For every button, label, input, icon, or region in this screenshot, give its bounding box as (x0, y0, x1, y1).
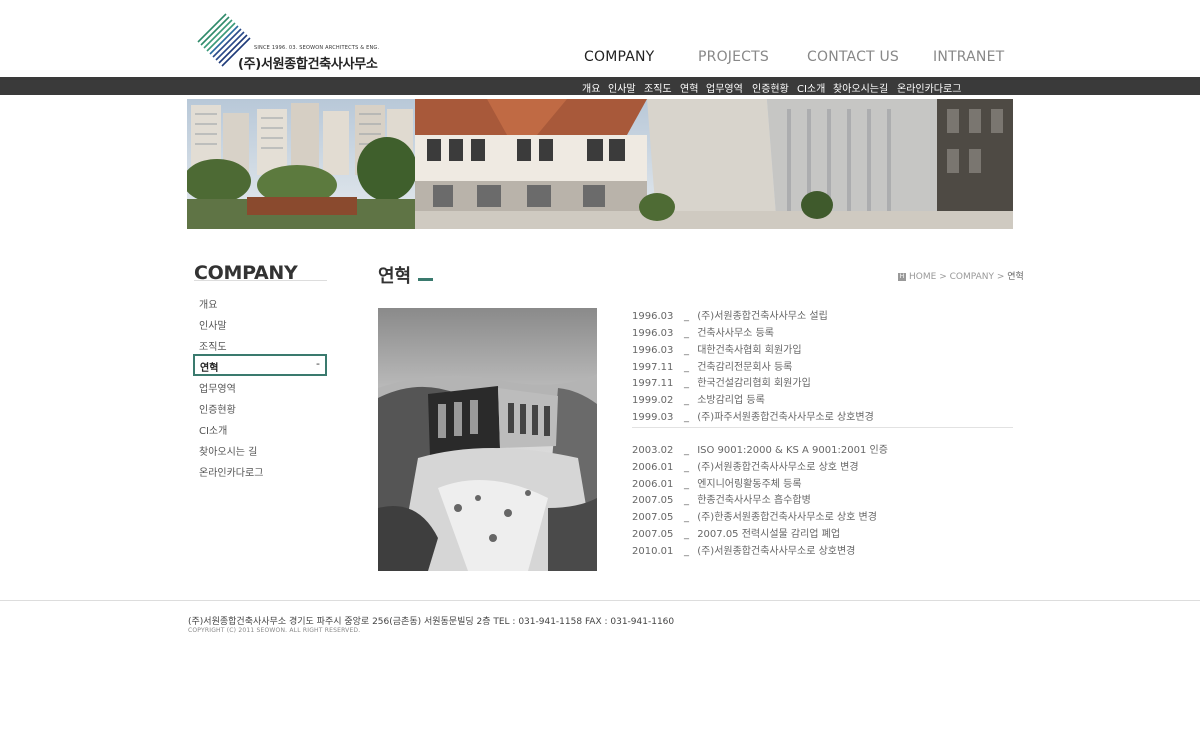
subnav-directions[interactable]: 찾아오시는길 (833, 80, 888, 95)
history-text: 건축사사무소 등록 (697, 328, 774, 339)
history-dash: _ (684, 328, 689, 339)
history-row: 1999.02 _ 소방감리업 등록 (632, 391, 765, 406)
subnav-organization[interactable]: 조직도 (644, 80, 672, 95)
building-rendering-image (378, 308, 597, 571)
sidebar-item-directions[interactable]: 찾아오시는 길 (199, 443, 257, 458)
history-row: 2010.01 _ (주)서원종합건축사사무소로 상호변경 (632, 542, 855, 557)
sidebar-item-certification[interactable]: 인증현황 (199, 401, 236, 416)
history-text: (주)한종서원종합건축사사무소로 상호 변경 (697, 512, 877, 523)
subnav-greeting[interactable]: 인사말 (608, 80, 636, 95)
history-row: 2006.01 _ (주)서원종합건축사사무소로 상호 변경 (632, 458, 859, 473)
history-text: (주)파주서원종합건축사사무소로 상호변경 (697, 412, 874, 423)
sidebar-item-greeting[interactable]: 인사말 (199, 317, 227, 332)
subnav-overview[interactable]: 개요 (582, 80, 600, 95)
sidebar-item-overview[interactable]: 개요 (199, 296, 217, 311)
history-row: 2007.05 _ (주)한종서원종합건축사사무소로 상호 변경 (632, 508, 877, 523)
history-dash: _ (684, 512, 689, 523)
history-row: 2007.05 _ 한종건축사사무소 흡수합병 (632, 491, 811, 506)
breadcrumb-separator: > (939, 272, 947, 282)
history-row: 2007.05 _ 2007.05 전력시설물 감리업 폐업 (632, 525, 840, 540)
history-dash: _ (684, 479, 689, 490)
company-logo[interactable]: SINCE 1996. 03. SEOWON ARCHITECTS & ENG.… (196, 12, 396, 72)
history-date: 2003.02 (632, 445, 674, 456)
sidebar-item-organization[interactable]: 조직도 (199, 338, 227, 353)
history-text: ISO 9001:2000 & KS A 9001:2001 인증 (697, 445, 888, 456)
history-divider (632, 427, 1013, 428)
title-accent-bar (418, 278, 433, 281)
history-dash: _ (684, 495, 689, 506)
history-date: 2006.01 (632, 479, 674, 490)
history-date: 2006.01 (632, 462, 674, 473)
history-dash: _ (684, 412, 689, 423)
history-row: 2006.01 _ 엔지니어링활동주체 등록 (632, 475, 802, 490)
subnav-business[interactable]: 업무영역 (706, 80, 743, 95)
history-dash: _ (684, 362, 689, 373)
history-date: 1996.03 (632, 311, 674, 322)
footer-divider (0, 600, 1200, 601)
minus-icon: - (316, 357, 320, 370)
main-nav-contact-us[interactable]: CONTACT US (807, 49, 899, 65)
breadcrumb: H HOME > COMPANY > 연혁 (898, 269, 1024, 282)
logo-company-name: (주)서원종합건축사사무소 (238, 57, 378, 72)
history-row: 1996.03 _ (주)서원종합건축사사무소 설립 (632, 307, 828, 322)
history-dash: _ (684, 462, 689, 473)
history-date: 2007.05 (632, 512, 674, 523)
page-title: 연혁 (378, 266, 412, 287)
history-date: 1997.11 (632, 378, 674, 389)
history-row: 1999.03 _ (주)파주서원종합건축사사무소로 상호변경 (632, 408, 874, 423)
main-nav-projects[interactable]: PROJECTS (698, 49, 769, 65)
history-dash: _ (684, 445, 689, 456)
home-icon: H (898, 272, 906, 281)
history-dash: _ (684, 395, 689, 406)
history-text: 한국건설감리협회 회원가입 (697, 378, 811, 389)
history-row: 2003.02 _ ISO 9001:2000 & KS A 9001:2001 … (632, 441, 888, 456)
history-text: 엔지니어링활동주체 등록 (697, 479, 802, 490)
header-banner-image (187, 99, 1013, 229)
history-row: 1997.11 _ 건축감리전문회사 등록 (632, 358, 792, 373)
history-date: 1996.03 (632, 328, 674, 339)
history-dash: _ (684, 546, 689, 557)
history-row: 1996.03 _ 건축사사무소 등록 (632, 324, 774, 339)
history-text: 건축감리전문회사 등록 (697, 362, 793, 373)
history-dash: _ (684, 529, 689, 540)
history-text: (주)서원종합건축사사무소 설립 (697, 311, 828, 322)
history-text: 2007.05 전력시설물 감리업 폐업 (697, 529, 841, 540)
logo-since-text: SINCE 1996. 03. SEOWON ARCHITECTS & ENG. (254, 45, 380, 51)
breadcrumb-separator: > (996, 272, 1005, 282)
history-dash: _ (684, 345, 689, 356)
subnav-catalog[interactable]: 온라인카다로그 (897, 80, 961, 95)
sidebar-item-label: 연혁 (200, 363, 219, 374)
main-nav-company[interactable]: COMPANY (584, 49, 654, 65)
history-date: 1996.03 (632, 345, 674, 356)
history-text: 한종건축사사무소 흡수합병 (697, 495, 811, 506)
history-date: 2007.05 (632, 529, 674, 540)
breadcrumb-home[interactable]: HOME (909, 272, 936, 282)
footer-copyright: COPYRIGHT (C) 2011 SEOWON. ALL RIGHT RES… (188, 627, 361, 634)
subnav-certification[interactable]: 인증현황 (752, 80, 789, 95)
subnav-history[interactable]: 연혁 (680, 80, 698, 95)
history-dash: _ (684, 311, 689, 322)
history-row: 1997.11 _ 한국건설감리협회 회원가입 (632, 374, 811, 389)
breadcrumb-current: 연혁 (1007, 272, 1024, 282)
history-dash: _ (684, 378, 689, 389)
footer-address: (주)서원종합건축사사무소 경기도 파주시 중앙로 256(금촌동) 서원동문빌… (188, 617, 675, 627)
history-row: 1996.03 _ 대한건축사협회 회원가입 (632, 341, 802, 356)
history-text: (주)서원종합건축사사무소로 상호 변경 (697, 462, 859, 473)
main-nav-intranet[interactable]: INTRANET (933, 49, 1004, 65)
history-date: 2010.01 (632, 546, 674, 557)
history-date: 1997.11 (632, 362, 674, 373)
history-date: 2007.05 (632, 495, 674, 506)
history-text: (주)서원종합건축사사무소로 상호변경 (697, 546, 856, 557)
sidebar-item-business[interactable]: 업무영역 (199, 380, 236, 395)
breadcrumb-section[interactable]: COMPANY (950, 272, 994, 282)
history-date: 1999.02 (632, 395, 674, 406)
sidebar-item-catalog[interactable]: 온라인카다로그 (199, 464, 263, 479)
subnav-ci[interactable]: CI소개 (797, 80, 825, 95)
sidebar-title-divider (194, 280, 327, 281)
sidebar-item-history[interactable]: 연혁 - (193, 354, 327, 376)
history-date: 1999.03 (632, 412, 674, 423)
sidebar-item-ci[interactable]: CI소개 (199, 422, 227, 437)
history-text: 소방감리업 등록 (697, 395, 765, 406)
history-text: 대한건축사협회 회원가입 (697, 345, 802, 356)
